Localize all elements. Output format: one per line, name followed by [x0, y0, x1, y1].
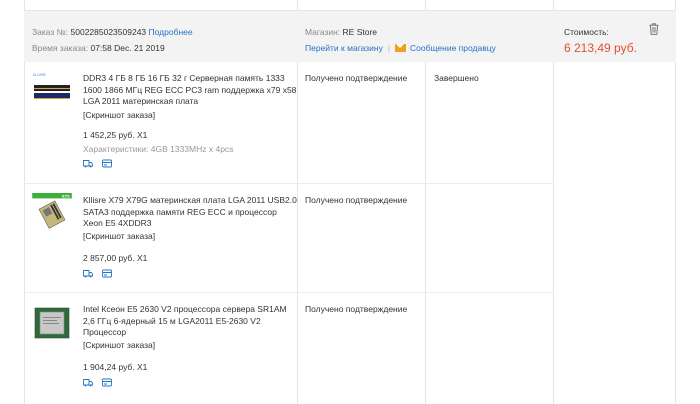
order-time-label: Время заказа: [32, 43, 89, 53]
order-snapshot-link[interactable]: [Скриншот заказа] [83, 110, 155, 120]
item-status: Получено подтверждение [305, 195, 408, 205]
order-item: KLLISRE DDR3 4 ГБ 8 ГБ 16 ГБ 32 г Сервер… [24, 62, 676, 184]
thumb-brand-text: KLLISRE [33, 73, 46, 77]
cost-value: 6 213,49 руб. [564, 41, 637, 55]
item-price: 2 857,00 руб. X1 [83, 253, 148, 263]
card-icon[interactable] [102, 269, 113, 278]
shipping-icon[interactable] [83, 159, 93, 168]
order-snapshot-link[interactable]: [Скриншот заказа] [83, 231, 155, 241]
item-characteristics: Характеристики: 4GB 1333MHz x 4pcs [83, 144, 234, 154]
item-title[interactable]: Intel Ксеон E5 2630 V2 процессора сервер… [83, 304, 297, 339]
card-icon[interactable] [102, 378, 113, 387]
item-action-icons [83, 269, 119, 279]
store-name: RE Store [342, 27, 378, 37]
item-title[interactable]: Kllisre X79 X79G материнская плата LGA 2… [83, 195, 297, 230]
order-status: Завершено [434, 73, 479, 83]
order-card: Заказ №: 5002285023509243 Подробнее Врем… [24, 0, 676, 404]
store-info: Магазин: RE Store Перейти к магазину | Соо… [305, 24, 496, 56]
order-snapshot-link[interactable]: [Скриншот заказа] [83, 340, 155, 350]
item-title[interactable]: DDR3 4 ГБ 8 ГБ 16 ГБ 32 г Серверная памя… [83, 73, 297, 108]
order-details-link[interactable]: Подробнее [149, 27, 193, 37]
item-action-icons [83, 159, 119, 169]
order-item: X79 Kllisre X79 X79G материнская плата L… [24, 184, 676, 293]
product-thumbnail-cpu[interactable] [32, 305, 72, 341]
shipping-icon[interactable] [83, 269, 93, 278]
product-thumbnail-motherboard[interactable]: X79 [30, 193, 74, 229]
envelope-icon [395, 44, 407, 52]
item-status: Получено подтверждение [305, 73, 408, 83]
item-price: 1 904,24 руб. X1 [83, 362, 148, 372]
shipping-icon[interactable] [83, 378, 93, 387]
order-number-label: Заказ №: [32, 27, 69, 37]
order-number: 5002285023509243 [70, 27, 147, 37]
order-header: Заказ №: 5002285023509243 Подробнее Врем… [24, 10, 676, 62]
order-item: Intel Ксеон E5 2630 V2 процессора сервер… [24, 293, 676, 404]
item-action-icons [83, 378, 119, 388]
go-to-store-link[interactable]: Перейти к магазину [305, 43, 383, 53]
store-label: Магазин: [305, 27, 341, 37]
item-price: 1 452,25 руб. X1 [83, 130, 148, 140]
item-status: Получено подтверждение [305, 304, 408, 314]
thumb-board-badge: X79 [62, 195, 70, 199]
order-info: Заказ №: 5002285023509243 Подробнее Врем… [32, 24, 193, 56]
cost-label: Стоимость: [564, 27, 609, 37]
order-time: 07:58 Dec. 21 2019 [90, 43, 165, 53]
message-seller-link[interactable]: Сообщение продавцу [410, 43, 496, 53]
product-thumbnail-ram[interactable]: KLLISRE [30, 71, 74, 107]
trash-icon[interactable] [649, 23, 659, 35]
card-icon[interactable] [102, 159, 113, 168]
order-cost: Стоимость: 6 213,49 руб. [564, 24, 637, 56]
link-separator: | [387, 43, 391, 53]
